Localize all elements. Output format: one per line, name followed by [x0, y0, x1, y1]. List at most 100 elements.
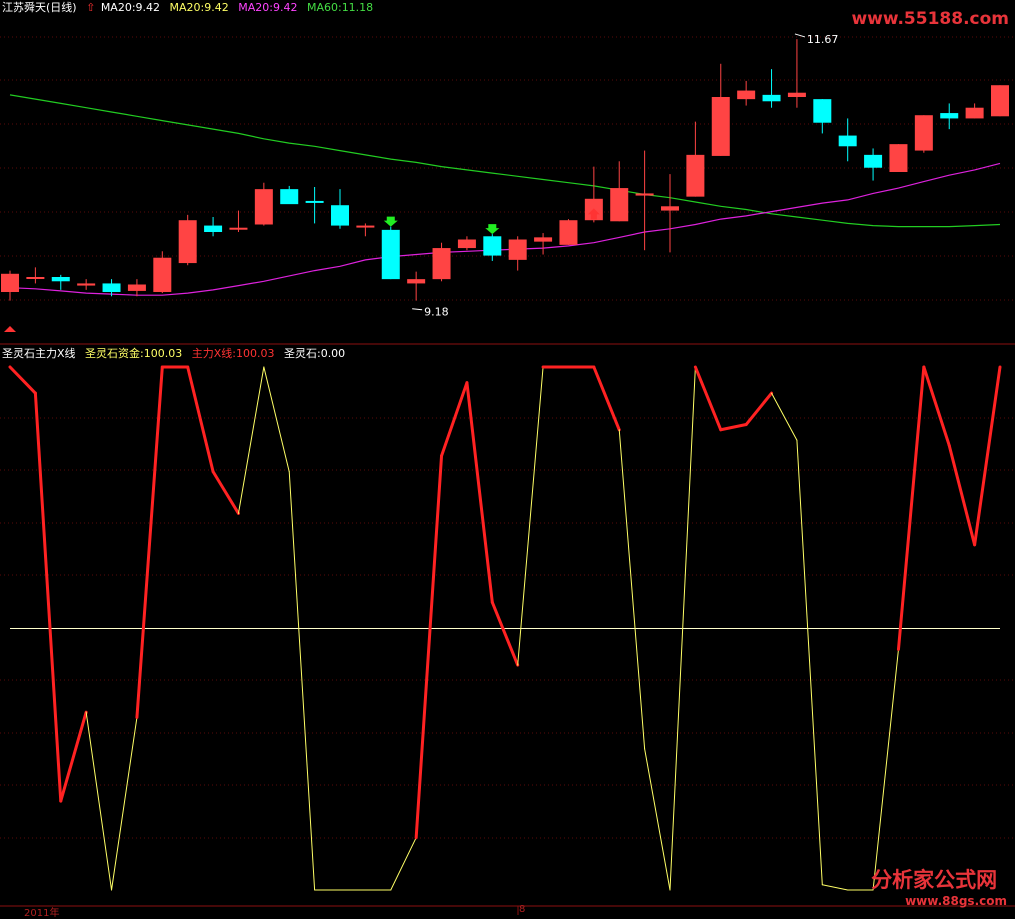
- candlestick-series: [1, 39, 1009, 301]
- candle-37: [940, 103, 959, 130]
- osc-segment-29: [744, 391, 774, 427]
- candle-30: [762, 69, 781, 108]
- candle-body-12: [305, 200, 324, 203]
- osc-segment-8: [211, 470, 240, 515]
- candle-8: [204, 217, 223, 237]
- candle-body-37: [940, 113, 959, 119]
- osc-segment-10: [263, 366, 290, 473]
- candle-body-20: [508, 239, 527, 260]
- candle-18: [457, 236, 476, 251]
- candle-body-16: [407, 279, 426, 284]
- osc-segment-16: [414, 454, 444, 840]
- candle-32: [813, 99, 832, 134]
- signal-markers: [4, 208, 600, 332]
- candle-13: [331, 189, 349, 229]
- start-marker-icon: [4, 326, 16, 332]
- watermark-text: 分析家公式网: [871, 868, 998, 892]
- candle-17: [432, 242, 451, 282]
- osc-segment-24: [618, 429, 646, 750]
- candle-6: [153, 251, 172, 294]
- candle-29: [737, 80, 756, 106]
- osc-segment-3: [85, 711, 113, 891]
- candle-body-4: [102, 283, 121, 292]
- candle-body-28: [711, 97, 730, 156]
- candle-25: [635, 150, 654, 251]
- candle-body-27: [686, 154, 705, 197]
- header-top: 江苏舜天(日线) ⇧ MA20:9.42 MA20:9.42 MA20:9.42…: [2, 1, 379, 15]
- candle-2: [51, 274, 70, 290]
- indicator-fund: 圣灵石资金:100.03: [85, 347, 183, 360]
- osc-segment-35: [896, 365, 926, 651]
- candle-body-10: [254, 189, 273, 225]
- buy-arrow-icon-19: [485, 224, 500, 235]
- buy-arrow-icon-15: [383, 216, 398, 227]
- candle-body-2: [51, 277, 70, 282]
- indicator-main-x: 主力X线:100.03: [191, 347, 275, 360]
- candle-body-31: [787, 92, 806, 97]
- annotation-label-0: 11.67: [807, 33, 839, 46]
- osc-segment-23: [592, 365, 621, 432]
- osc-segment-0: [8, 365, 37, 395]
- candle-31: [787, 39, 806, 108]
- candle-14: [356, 223, 375, 237]
- annotation-label-1: 9.18: [424, 306, 449, 319]
- header-bottom: 圣灵石主力X线 圣灵石资金:100.03 主力X线:100.03 圣灵石:0.0…: [2, 347, 351, 361]
- candle-body-25: [635, 193, 654, 196]
- osc-segment-2: [59, 710, 88, 803]
- candle-33: [838, 118, 857, 162]
- candle-body-1: [26, 277, 45, 279]
- candle-body-3: [77, 283, 96, 286]
- candle-35: [889, 144, 908, 172]
- oscillator-series: [8, 365, 1002, 891]
- candle-body-17: [432, 248, 451, 280]
- candle-body-29: [737, 90, 756, 100]
- candle-body-34: [864, 154, 883, 168]
- osc-segment-1: [33, 391, 63, 803]
- candle-36: [914, 115, 933, 153]
- osc-segment-28: [719, 423, 748, 432]
- candle-body-39: [991, 85, 1009, 117]
- ma-item-1: MA20:9.42: [169, 1, 229, 14]
- osc-segment-37: [947, 443, 977, 547]
- axis-year-label: 2011年: [24, 908, 60, 919]
- stock-name: 江苏舜天(日线): [2, 1, 77, 14]
- candle-body-15: [381, 229, 400, 280]
- osc-segment-34: [872, 648, 899, 891]
- osc-segment-36: [922, 365, 951, 447]
- watermark-top: www.55188.com: [851, 9, 1009, 29]
- candle-body-13: [331, 205, 349, 226]
- candle-0: [1, 270, 19, 301]
- candle-24: [610, 161, 629, 222]
- candle-11: [280, 185, 299, 205]
- candle-body-32: [813, 99, 832, 123]
- candle-3: [77, 279, 96, 290]
- osc-segment-19: [490, 600, 520, 667]
- ma-item-2: MA20:9.42: [238, 1, 298, 14]
- candle-body-8: [204, 225, 223, 232]
- osc-segment-38: [973, 365, 1002, 547]
- indicator-name: 圣灵石主力X线: [2, 347, 76, 360]
- candle-21: [534, 233, 553, 255]
- indicator-stone: 圣灵石:0.00: [283, 347, 346, 360]
- grid-lines: [0, 36, 1015, 839]
- osc-segment-32: [821, 884, 849, 891]
- candle-body-24: [610, 188, 629, 222]
- candle-body-6: [153, 257, 172, 292]
- candle-10: [254, 182, 273, 226]
- candle-body-38: [965, 107, 984, 119]
- osc-segment-31: [796, 439, 823, 886]
- candle-body-35: [889, 144, 908, 172]
- watermark-url: www.88gs.com: [905, 894, 1007, 908]
- candle-body-9: [229, 227, 248, 230]
- price-annotations: 11.67 9.18: [412, 33, 838, 319]
- osc-segment-11: [288, 471, 316, 891]
- osc-segment-27: [693, 365, 723, 432]
- osc-segment-15: [390, 837, 417, 891]
- candle-26: [661, 174, 679, 253]
- osc-segment-17: [440, 381, 469, 458]
- candle-body-7: [178, 220, 197, 264]
- candle-20: [508, 236, 527, 271]
- candle-16: [407, 271, 426, 301]
- ma-item-3: MA60:11.18: [306, 1, 374, 14]
- candle-39: [991, 85, 1009, 117]
